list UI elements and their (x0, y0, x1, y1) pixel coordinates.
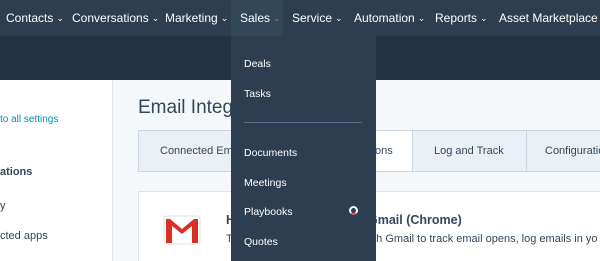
chevron-down-icon: ⌄ (273, 13, 281, 23)
menu-item-deals[interactable]: Deals (244, 58, 271, 70)
menu-item-meetings[interactable]: Meetings (244, 177, 287, 189)
settings-sidebar: to all settings ations y cted apps (0, 80, 113, 261)
menu-item-documents[interactable]: Documents (244, 147, 297, 159)
chevron-down-icon: ⌄ (480, 13, 488, 23)
tab-configuration[interactable]: Configuratio (527, 131, 600, 171)
spinner-icon (349, 206, 358, 215)
back-to-settings-link[interactable]: to all settings (0, 114, 58, 125)
chevron-down-icon: ⌄ (417, 13, 426, 23)
nav-marketing[interactable]: Marketing ⌄ (165, 0, 228, 36)
tab-log-and-track[interactable]: Log and Track (413, 131, 527, 171)
sidebar-section-heading: ations (0, 166, 33, 178)
menu-item-playbooks[interactable]: Playbooks (244, 206, 292, 218)
menu-item-tasks[interactable]: Tasks (244, 88, 271, 100)
nav-contacts[interactable]: Contacts ⌄ (6, 0, 64, 36)
nav-sales[interactable]: Sales ⌄ (231, 0, 283, 36)
nav-automation[interactable]: Automation ⌄ (354, 0, 425, 36)
menu-item-quotes[interactable]: Quotes (244, 236, 278, 248)
tab-connected-emails[interactable]: Connected Em (139, 131, 233, 171)
tab-integrations[interactable]: ons (375, 131, 413, 171)
gmail-icon (163, 215, 201, 245)
menu-divider (244, 122, 362, 123)
sidebar-item[interactable]: y (0, 200, 6, 212)
top-navigation: Contacts ⌄ Conversations ⌄ Marketing ⌄ Sale… (0, 0, 600, 36)
nav-asset-marketplace[interactable]: Asset Marketplace⌄ (499, 0, 600, 36)
nav-conversations[interactable]: Conversations ⌄ (72, 0, 159, 36)
sidebar-item-connected-apps[interactable]: cted apps (0, 230, 48, 242)
chevron-down-icon: ⌄ (56, 13, 64, 23)
chevron-down-icon: ⌄ (335, 13, 343, 23)
nav-reports[interactable]: Reports ⌄ (435, 0, 488, 36)
page-title: Email Integ (138, 97, 234, 118)
nav-service[interactable]: Service ⌄ (292, 0, 343, 36)
chevron-down-icon: ⌄ (151, 13, 160, 23)
sales-dropdown-menu: Deals Tasks Documents Meetings Playbooks… (231, 36, 376, 261)
chevron-down-icon: ⌄ (220, 13, 229, 23)
